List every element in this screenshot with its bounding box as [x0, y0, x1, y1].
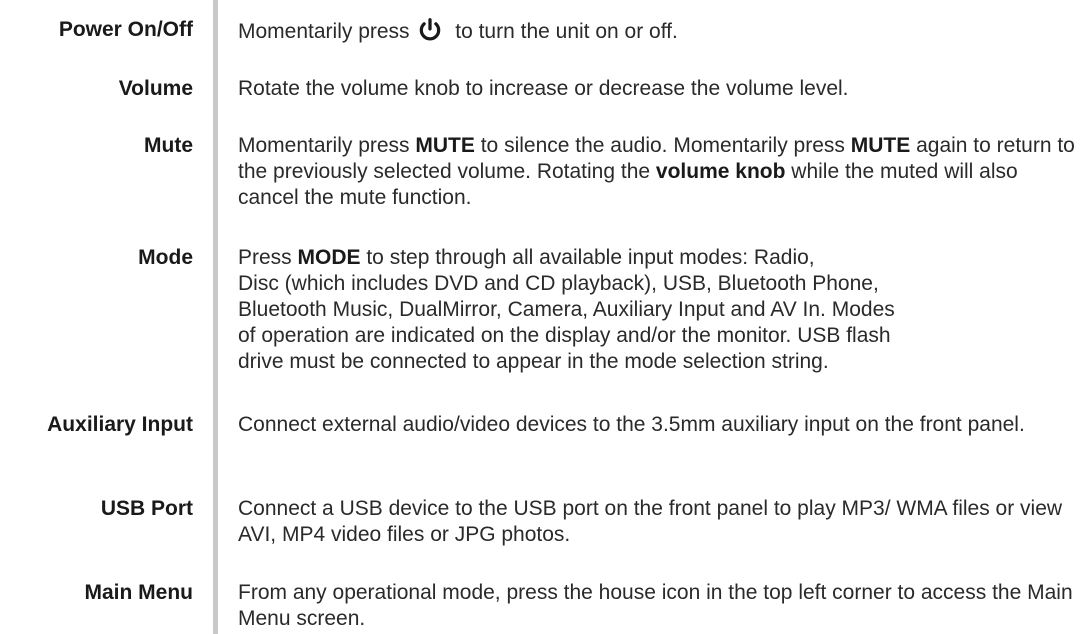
desc-mode-line-1: Press MODE to step through all available… — [238, 245, 1078, 271]
term-mute: Mute — [144, 134, 193, 157]
mute-keyword: MUTE — [415, 134, 475, 157]
desc-mode-line-5: drive must be connected to appear in the… — [238, 350, 829, 373]
desc-mode-line-4: of operation are indicated on the displa… — [238, 324, 891, 347]
desc-volume: Rotate the volume knob to increase or de… — [238, 77, 849, 100]
desc-aux: Connect external audio/video devices to … — [238, 413, 1025, 436]
mute-keyword-2: MUTE — [850, 134, 911, 157]
column-divider — [213, 0, 218, 634]
desc-mode: Press MODE to step through all available… — [238, 245, 1078, 375]
desc-mode-t2: to step through all available input mode… — [360, 246, 815, 269]
term-usb: USB Port — [100, 497, 193, 520]
desc-main-menu: From any operational mode, press the hou… — [238, 581, 1073, 630]
desc-power: Momentarily press to turn the unit on or… — [238, 17, 1078, 45]
volume-knob-keyword: volume knob — [655, 160, 786, 183]
desc-usb: Connect a USB device to the USB port on … — [238, 497, 1063, 546]
term-mode: Mode — [138, 246, 193, 269]
desc-mode-line-3: Bluetooth Music, DualMirror, Camera, Aux… — [238, 298, 895, 321]
desc-mute: Momentarily press MUTE to silence the au… — [238, 133, 1078, 211]
desc-mute-t2: to silence the audio. Momentarily press — [474, 134, 851, 157]
desc-power-post: to turn the unit on or off. — [455, 20, 678, 43]
mode-keyword: MODE — [297, 246, 361, 269]
term-volume: Volume — [118, 77, 193, 100]
term-power: Power On/Off — [58, 18, 193, 41]
term-aux: Auxiliary Input — [47, 413, 193, 436]
term-main-menu: Main Menu — [84, 581, 194, 604]
desc-mode-line-2: Disc (which includes DVD and CD playback… — [238, 272, 879, 295]
desc-mode-t1: Press — [238, 246, 298, 269]
desc-mute-t1: Momentarily press — [238, 134, 416, 157]
power-icon — [420, 18, 441, 41]
desc-power-pre: Momentarily press — [238, 20, 410, 43]
